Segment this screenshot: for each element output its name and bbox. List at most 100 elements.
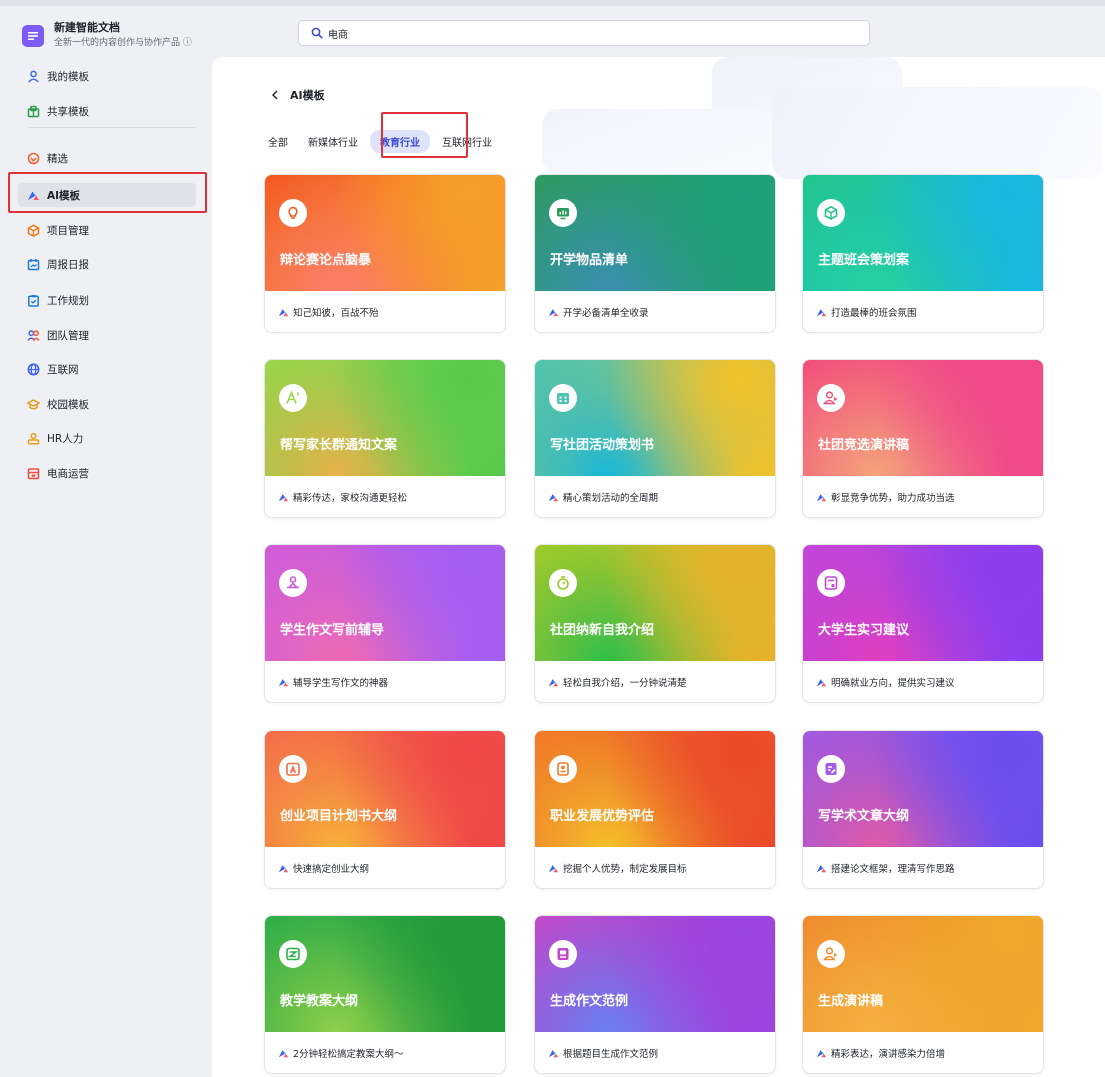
ai-logo-icon	[548, 864, 559, 872]
card-banner	[803, 731, 1043, 847]
sidebar-item-label: 精选	[47, 152, 68, 165]
sidebar-item-work-planning[interactable]: 工作规划	[18, 288, 196, 312]
card-banner	[265, 545, 505, 661]
card-icon-badge	[817, 755, 845, 783]
speaker-icon	[823, 947, 838, 961]
sidebar-item-team-management[interactable]: 团队管理	[18, 323, 196, 347]
app-subtitle: 全新一代的内容创作与协作产品 ⓘ	[54, 38, 192, 48]
template-card[interactable]: 社团竞选演讲稿 彰显竞争优势，助力成功当选	[802, 359, 1044, 518]
search-icon	[311, 27, 323, 39]
card-title: 生成演讲稿	[818, 994, 884, 1009]
cube-icon	[27, 223, 40, 237]
sidebar-item-reports[interactable]: 周报日报	[18, 252, 196, 276]
category-tabs: 全部 新媒体行业 教育行业 互联网行业	[268, 129, 512, 153]
card-desc-text: 搭建论文框架，理清写作思路	[831, 864, 955, 875]
card-desc-text: 挖掘个人优势，制定发展目标	[563, 864, 687, 875]
card-title: 学生作文写前辅导	[280, 623, 385, 638]
template-card[interactable]: 生成作文范例根据题目生成作文范例	[534, 915, 776, 1074]
card-title: 创业项目计划书大纲	[280, 809, 398, 824]
card-title: 社团纳新自我介绍	[550, 623, 655, 638]
lesson-board-icon	[286, 947, 300, 961]
sidebar-item-featured[interactable]: 精选	[18, 146, 196, 170]
badge-icon	[557, 762, 569, 776]
card-desc-text: 根据题目生成作文范例	[563, 1049, 659, 1060]
card-title: 大学生实习建议	[818, 623, 910, 638]
ai-logo-icon	[816, 1049, 827, 1057]
sidebar-item-ecommerce[interactable]: 电商运营	[18, 461, 196, 485]
tab-education[interactable]: 教育行业	[370, 129, 430, 153]
edit-doc-icon	[825, 763, 837, 775]
template-card[interactable]: 大学生实习建议明确就业方向，提供实习建议	[802, 544, 1044, 703]
ai-logo-icon	[548, 678, 559, 686]
card-desc-text: 知己知彼，百战不殆	[293, 308, 379, 319]
heart-icon	[27, 152, 40, 164]
card-icon-badge	[817, 569, 845, 597]
person-badge-icon	[27, 432, 40, 445]
sidebar-item-internet[interactable]: 互联网	[18, 357, 196, 381]
cube-icon	[824, 205, 838, 220]
card-description: 挖掘个人优势，制定发展目标	[548, 861, 687, 875]
sidebar-item-my-templates[interactable]: 我的模板	[18, 64, 196, 88]
card-icon-badge	[549, 940, 577, 968]
card-icon-badge	[817, 199, 845, 227]
card-icon-badge	[279, 569, 307, 597]
search-input[interactable]	[328, 27, 828, 39]
speaker-icon	[823, 391, 838, 405]
template-card[interactable]: 辩论赛论点脑暴 知己知彼，百战不殆	[264, 174, 506, 333]
card-icon-badge	[549, 384, 577, 412]
card-banner	[265, 731, 505, 847]
template-card[interactable]: 生成演讲稿精彩表达，演讲感染力倍增	[802, 915, 1044, 1074]
ai-logo-icon	[28, 191, 39, 200]
card-desc-text: 开学必备清单全收录	[563, 308, 649, 319]
card-banner	[535, 731, 775, 847]
card-desc-text: 辅导学生写作文的神器	[293, 678, 389, 689]
ai-logo-icon	[278, 864, 289, 872]
chart-board-icon	[557, 208, 569, 220]
card-desc-text: 精彩表达，演讲感染力倍增	[831, 1049, 946, 1060]
tab-all[interactable]: 全部	[268, 134, 288, 149]
card-desc-text: 精心策划活动的全周期	[563, 493, 659, 504]
user-icon	[28, 70, 39, 83]
sidebar-item-label: 团队管理	[47, 329, 89, 342]
sidebar-item-hr[interactable]: HR人力	[18, 426, 196, 450]
card-title: 生成作文范例	[550, 994, 629, 1009]
template-card[interactable]: 职业发展优势评估挖掘个人优势，制定发展目标	[534, 730, 776, 889]
ai-logo-icon	[278, 678, 289, 686]
template-card[interactable]: 写学术文章大纲 搭建论文框架，理清写作思路	[802, 730, 1044, 889]
sidebar-item-label: 互联网	[47, 363, 79, 376]
card-description: 精彩表达，演讲感染力倍增	[816, 1046, 945, 1060]
doc-logo-icon[interactable]	[22, 25, 44, 47]
card-banner	[535, 916, 775, 1032]
sidebar-item-campus-templates[interactable]: 校园模板	[18, 392, 196, 416]
page-title: AI模板	[290, 89, 325, 102]
tab-strip	[0, 0, 1105, 6]
card-banner	[265, 916, 505, 1032]
app-title: 新建智能文档	[54, 21, 120, 34]
card-description: 搭建论文框架，理清写作思路	[816, 861, 955, 875]
sidebar-item-project-management[interactable]: 项目管理	[18, 218, 196, 242]
card-icon-badge	[817, 384, 845, 412]
back-button[interactable]: AI模板	[269, 87, 325, 103]
card-icon-badge	[817, 940, 845, 968]
card-description: 2分钟轻松搞定教案大纲～	[278, 1046, 404, 1060]
text-style-icon	[286, 390, 300, 404]
template-card[interactable]: 创业项目计划书大纲 快速搞定创业大纲	[264, 730, 506, 889]
template-card[interactable]: 帮写家长群通知文案 精彩传达，家校沟通更轻松	[264, 359, 506, 518]
sidebar-item-label: 我的模板	[47, 70, 89, 83]
store-icon	[27, 467, 40, 479]
tab-internet[interactable]: 互联网行业	[442, 134, 492, 149]
template-card[interactable]: 学生作文写前辅导辅导学生写作文的神器	[264, 544, 506, 703]
ai-logo-icon	[548, 493, 559, 501]
card-title: 帮写家长群通知文案	[280, 438, 398, 453]
template-card[interactable]: 教学教案大纲 2分钟轻松搞定教案大纲～	[264, 915, 506, 1074]
template-card[interactable]: 写社团活动策划书 精心策划活动的全周期	[534, 359, 776, 518]
search-box[interactable]	[298, 20, 870, 46]
tab-new-media[interactable]: 新媒体行业	[308, 134, 358, 149]
sidebar-item-shared-templates[interactable]: 共享模板	[18, 99, 196, 123]
template-card[interactable]: 社团纳新自我介绍 轻松自我介绍，一分钟说清楚	[534, 544, 776, 703]
template-card[interactable]: 主题班会策划案 打造最棒的班会氛围	[802, 174, 1044, 333]
template-card[interactable]: 开学物品清单 开学必备清单全收录	[534, 174, 776, 333]
card-description: 明确就业方向，提供实习建议	[816, 675, 955, 689]
card-title: 职业发展优势评估	[550, 809, 655, 824]
sidebar-item-ai-templates[interactable]: AI模板	[18, 183, 196, 207]
